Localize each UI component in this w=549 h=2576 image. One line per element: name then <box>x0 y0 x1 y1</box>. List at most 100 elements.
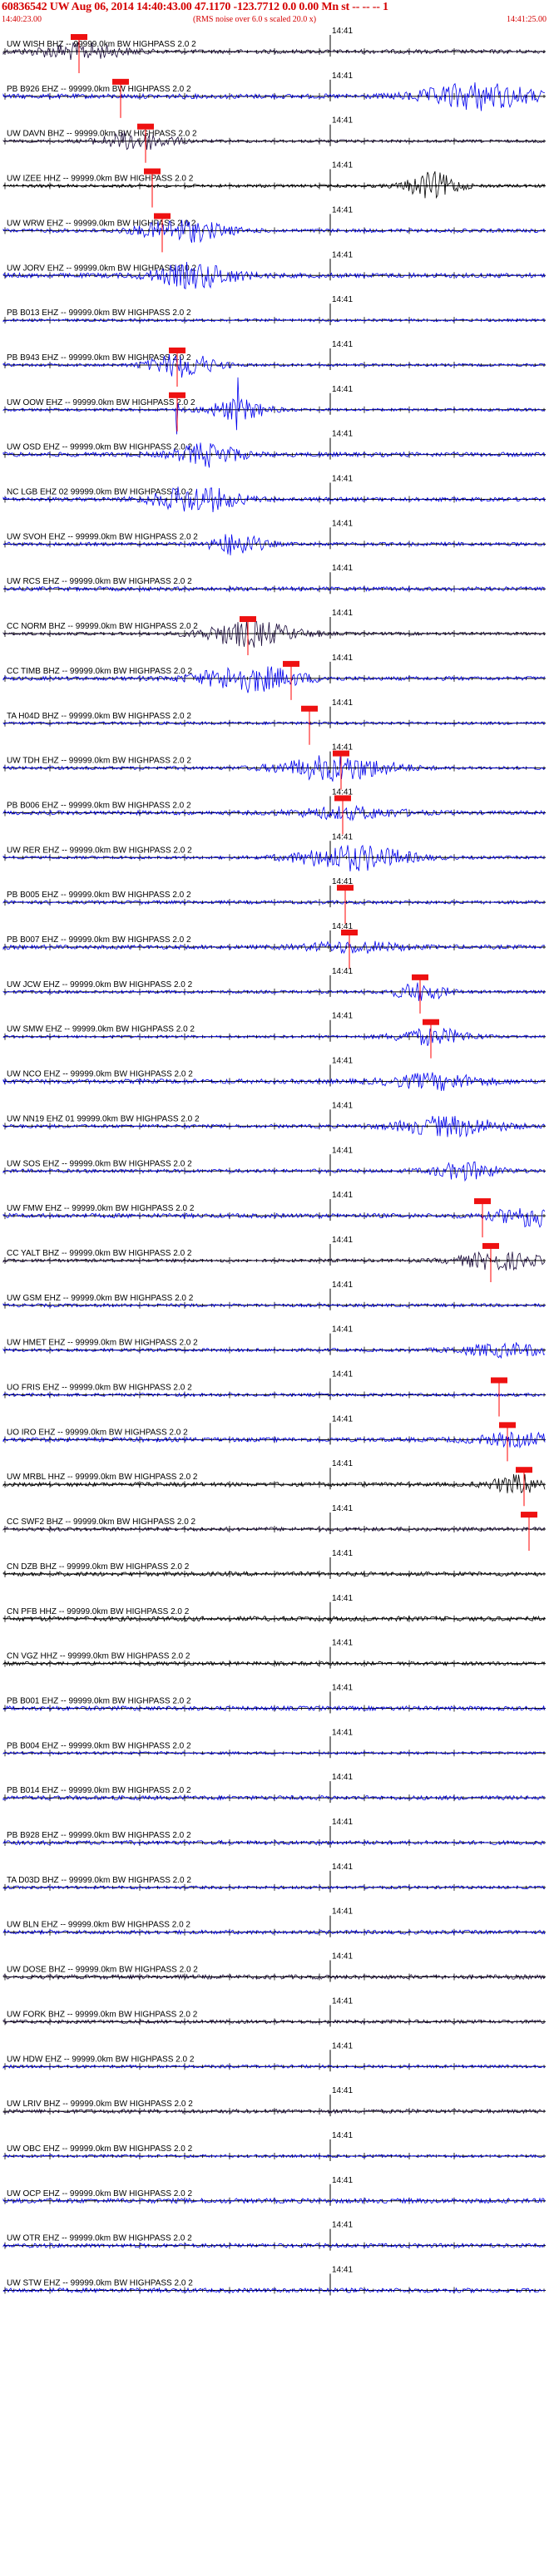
trace-label: UW TDH EHZ -- 99999.0km BW HIGHPASS 2.0 … <box>7 757 191 766</box>
minute-tick-label: 14:41 <box>332 564 353 573</box>
trace-ticks <box>4 1391 545 1399</box>
pick-marker <box>482 1242 499 1249</box>
minute-tick-label: 14:41 <box>332 698 353 708</box>
trace-row: UW NCO EHZ -- 99999.0km BW HIGHPASS 2.0 … <box>2 1057 546 1091</box>
pick-marker <box>144 168 161 175</box>
trace-row: UW GSM EHZ -- 99999.0km BW HIGHPASS 2.0 … <box>2 1281 546 1310</box>
trace-ticks <box>4 2108 545 2115</box>
trace-label: UW DAVN BHZ -- 99999.0km BW HIGHPASS 2.0… <box>7 130 197 139</box>
trace-ticks <box>4 1973 545 1981</box>
trace-label: UW SVOH EHZ -- 99999.0km BW HIGHPASS 2.0… <box>7 532 198 541</box>
minute-tick-label: 14:41 <box>332 609 353 618</box>
trace-row: UW SVOH EHZ -- 99999.0km BW HIGHPASS 2.0… <box>2 519 546 555</box>
minute-tick-label: 14:41 <box>332 1012 353 1021</box>
trace-row: UW JORV EHZ -- 99999.0km BW HIGHPASS 2.0… <box>2 250 546 289</box>
trace-ticks <box>4 2018 545 2026</box>
trace-ticks <box>4 988 545 995</box>
trace-row: UW BLN EHZ -- 99999.0km BW HIGHPASS 2.0 … <box>2 1907 546 1937</box>
trace-label: UW GSM EHZ -- 99999.0km BW HIGHPASS 2.0 … <box>7 1294 194 1303</box>
minute-tick-label: 14:41 <box>332 1370 353 1379</box>
minute-tick-label: 14:41 <box>332 1996 353 2006</box>
trace-label: CN DZB BHZ -- 99999.0km BW HIGHPASS 2.0 … <box>7 1562 190 1572</box>
pick-marker <box>240 616 256 623</box>
trace-label: UW FORK BHZ -- 99999.0km BW HIGHPASS 2.0… <box>7 2010 198 2019</box>
minute-tick-label: 14:41 <box>332 295 353 304</box>
trace-label: UW STW EHZ -- 99999.0km BW HIGHPASS 2.0 … <box>7 2279 193 2288</box>
trace-ticks <box>4 406 545 413</box>
trace-row: PB B001 EHZ -- 99999.0km BW HIGHPASS 2.0… <box>2 1683 546 1714</box>
trace-label: UW BLN EHZ -- 99999.0km BW HIGHPASS 2.0 … <box>7 1921 190 1930</box>
trace-label: PB B005 EHZ -- 99999.0km BW HIGHPASS 2.0… <box>7 891 191 900</box>
trace-row: PB B928 EHZ -- 99999.0km BW HIGHPASS 2.0… <box>2 1818 546 1848</box>
trace-row: PB B013 EHZ -- 99999.0km BW HIGHPASS 2.0… <box>2 295 546 326</box>
trace-row: UO FRIS EHZ -- 99999.0km BW HIGHPASS 2.0… <box>2 1370 546 1417</box>
minute-tick-label: 14:41 <box>332 1281 353 1290</box>
pick-marker <box>112 78 129 85</box>
trace-row: UW OCP EHZ -- 99999.0km BW HIGHPASS 2.0 … <box>2 2176 546 2206</box>
minute-tick-label: 14:41 <box>332 1773 353 1782</box>
trace-label: UW RER EHZ -- 99999.0km BW HIGHPASS 2.0 … <box>7 846 192 855</box>
trace-label: UW SMW EHZ -- 99999.0km BW HIGHPASS 2.0 … <box>7 1025 195 1034</box>
trace-row: UW MRBL HHZ -- 99999.0km BW HIGHPASS 2.0… <box>2 1459 546 1507</box>
trace-label: UW IZEE HHZ -- 99999.0km BW HIGHPASS 2.0… <box>7 175 194 184</box>
trace-row: UW DAVN BHZ -- 99999.0km BW HIGHPASS 2.0… <box>2 116 546 163</box>
trace-label: PB B001 EHZ -- 99999.0km BW HIGHPASS 2.0… <box>7 1696 191 1705</box>
minute-tick-label: 14:41 <box>332 2221 353 2230</box>
minute-tick-label: 14:41 <box>332 430 353 439</box>
minute-tick-label: 14:41 <box>332 475 353 484</box>
minute-tick-label: 14:41 <box>332 2086 353 2095</box>
pick-marker <box>169 347 185 353</box>
trace-label: PB B926 EHZ -- 99999.0km BW HIGHPASS 2.0… <box>7 85 191 94</box>
trace-row: UW OBC EHZ -- 99999.0km BW HIGHPASS 2.0 … <box>2 2131 546 2161</box>
trace-label: UW JCW EHZ -- 99999.0km BW HIGHPASS 2.0 … <box>7 980 193 989</box>
pick-marker <box>283 660 299 667</box>
trace-row: CC NORM BHZ -- 99999.0km BW HIGHPASS 2.0… <box>2 609 546 656</box>
minute-tick-label: 14:41 <box>332 205 353 215</box>
minute-tick-label: 14:41 <box>332 27 353 36</box>
trace-label: UO FRIS EHZ -- 99999.0km BW HIGHPASS 2.0… <box>7 1384 192 1393</box>
trace-row: UW HMET EHZ -- 99999.0km BW HIGHPASS 2.0… <box>2 1325 546 1360</box>
trace-label: PB B007 EHZ -- 99999.0km BW HIGHPASS 2.0… <box>7 935 191 945</box>
minute-tick-label: 14:41 <box>332 1549 353 1558</box>
trace-row: PB B943 EHZ -- 99999.0km BW HIGHPASS 2.0… <box>2 340 546 387</box>
minute-tick-label: 14:41 <box>332 385 353 394</box>
trace-row: CC TIMB BHZ -- 99999.0km BW HIGHPASS 2.0… <box>2 654 546 700</box>
minute-tick-label: 14:41 <box>332 2266 353 2275</box>
minute-tick-label: 14:41 <box>332 250 353 259</box>
trace-row: UW NN19 EHZ 01 99999.0km BW HIGHPASS 2.0… <box>2 1101 546 1138</box>
pick-marker <box>137 123 154 130</box>
minute-tick-label: 14:41 <box>332 1101 353 1110</box>
trace-label: UW HMET EHZ -- 99999.0km BW HIGHPASS 2.0… <box>7 1339 198 1348</box>
trace-row: UW SOS EHZ -- 99999.0km BW HIGHPASS 2.0 … <box>2 1146 546 1182</box>
pick-marker <box>516 1467 532 1473</box>
trace-row: UW OTR EHZ -- 99999.0km BW HIGHPASS 2.0 … <box>2 2221 546 2251</box>
trace-row: UO IRO EHZ -- 99999.0km BW HIGHPASS 2.0 … <box>2 1414 546 1462</box>
trace-label: CC SWF2 BHZ -- 99999.0km BW HIGHPASS 2.0… <box>7 1517 196 1527</box>
trace-row: UW IZEE HHZ -- 99999.0km BW HIGHPASS 2.0… <box>2 161 546 208</box>
trace-label: UW NN19 EHZ 01 99999.0km BW HIGHPASS 2.0… <box>7 1114 200 1123</box>
trace-ticks <box>4 1301 545 1309</box>
minute-tick-label: 14:41 <box>332 1191 353 1200</box>
pick-marker <box>341 930 358 935</box>
trace-row: UW LRIV BHZ -- 99999.0km BW HIGHPASS 2.0… <box>2 2086 546 2117</box>
minute-tick-label: 14:41 <box>332 2176 353 2185</box>
trace-label: UW OSD EHZ -- 99999.0km BW HIGHPASS 2.0 … <box>7 443 193 452</box>
trace-row: UW TDH EHZ -- 99999.0km BW HIGHPASS 2.0 … <box>2 743 546 790</box>
minute-tick-label: 14:41 <box>332 654 353 663</box>
trace-ticks <box>4 361 545 368</box>
trace-label: PB B013 EHZ -- 99999.0km BW HIGHPASS 2.0… <box>7 308 191 318</box>
pick-marker <box>491 1377 507 1384</box>
trace-row: PB B006 EHZ -- 99999.0km BW HIGHPASS 2.0… <box>2 787 546 835</box>
pick-marker <box>474 1198 491 1205</box>
minute-tick-label: 14:41 <box>332 519 353 528</box>
trace-label: CC TIMB BHZ -- 99999.0km BW HIGHPASS 2.0… <box>7 667 192 676</box>
trace-label: CC YALT BHZ -- 99999.0km BW HIGHPASS 2.0… <box>7 1249 192 1258</box>
pick-marker <box>412 974 428 980</box>
minute-tick-label: 14:41 <box>332 1639 353 1648</box>
pick-marker <box>154 213 171 220</box>
trace-row: UW FMW EHZ -- 99999.0km BW HIGHPASS 2.0 … <box>2 1191 546 1238</box>
trace-ticks <box>4 1570 545 1577</box>
trace-row: UW STW EHZ -- 99999.0km BW HIGHPASS 2.0 … <box>2 2266 546 2296</box>
minute-tick-label: 14:41 <box>332 161 353 170</box>
minute-tick-label: 14:41 <box>332 116 353 126</box>
